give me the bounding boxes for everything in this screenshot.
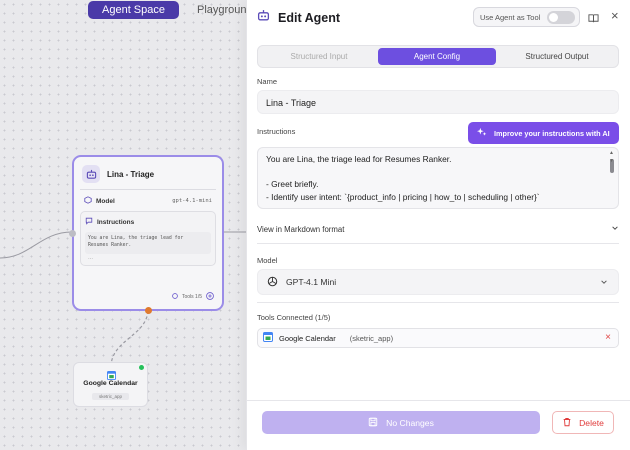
divider [257, 243, 619, 244]
improve-instructions-label: Improve your instructions with AI [494, 128, 610, 138]
panel-title: Edit Agent [278, 11, 341, 25]
tool-node-package: sketric_app [92, 393, 129, 400]
instructions-line: - Greet briefly. [266, 179, 319, 189]
agent-node[interactable]: Lina - Triage Model gpt-4.1-mini Instruc… [69, 155, 224, 314]
preview-line: Resumes Ranker. [88, 242, 132, 248]
tool-handle[interactable] [145, 307, 152, 314]
improve-instructions-button[interactable]: Improve your instructions with AI [468, 122, 619, 144]
tool-chip-google-calendar[interactable]: Google Calendar (sketric_app) × [257, 328, 619, 348]
scroll-up-icon[interactable]: ▲ [609, 151, 614, 156]
agent-node-model-row: Model gpt-4.1-mini [74, 190, 222, 211]
input-handle[interactable] [69, 230, 76, 237]
agent-node-title: Lina - Triage [107, 169, 155, 179]
cube-icon [84, 196, 92, 206]
add-tool-icon[interactable] [206, 292, 214, 302]
name-input[interactable]: Lina - Triage [257, 90, 619, 114]
name-label: Name [257, 77, 278, 86]
model-label: Model [257, 256, 278, 265]
instructions-line: - Identify user intent: `{product_info |… [266, 191, 540, 202]
tool-node-google-calendar[interactable]: Google Calendar sketric_app [73, 362, 148, 407]
close-icon[interactable]: × [611, 9, 619, 23]
use-agent-as-tool-toggle[interactable]: Use Agent as Tool [473, 7, 580, 27]
scroll-down-icon[interactable]: ▼ [609, 158, 614, 164]
chevron-down-icon [611, 224, 619, 234]
instructions-label: Instructions [257, 127, 296, 136]
tool-name: Google Calendar [279, 333, 336, 343]
edit-agent-panel: Edit Agent Use Agent as Tool × Structure… [246, 0, 630, 450]
agent-node-instructions-preview: You are Lina, the triage lead for Resume… [85, 232, 211, 254]
book-icon[interactable] [588, 11, 599, 29]
instructions-scrollbar[interactable]: ▲ ▼ [608, 151, 616, 173]
robot-icon [257, 9, 270, 27]
instructions-textarea[interactable]: You are Lina, the triage lead for Resume… [257, 147, 619, 209]
tool-package: (sketric_app) [349, 333, 394, 343]
agent-node-instructions: Instructions You are Lina, the triage le… [80, 211, 216, 266]
markdown-toggle[interactable]: View in Markdown format [257, 220, 619, 238]
message-icon [85, 217, 93, 227]
openai-icon [267, 276, 278, 289]
connected-status-dot [139, 365, 144, 370]
tool-icon [172, 293, 178, 301]
robot-icon [82, 165, 100, 183]
toggle-switch[interactable] [547, 11, 575, 24]
save-button[interactable]: No Changes [262, 411, 540, 434]
save-icon [368, 417, 378, 429]
config-tabs: Structured Input Agent Config Structured… [257, 45, 619, 68]
tab-agent-config[interactable]: Agent Config [378, 48, 496, 65]
tab-structured-output[interactable]: Structured Output [498, 48, 616, 65]
agent-node-footer: Tools 1/5 [172, 292, 214, 302]
remove-tool-icon[interactable]: × [605, 332, 611, 344]
model-value: GPT-4.1 Mini [286, 277, 337, 287]
panel-footer: No Changes Delete [247, 400, 630, 450]
model-select[interactable]: GPT-4.1 Mini [257, 269, 619, 295]
instructions-line: You are Lina, the triage lead for Resume… [266, 154, 452, 164]
tool-node-title: Google Calendar [83, 380, 138, 387]
divider [257, 302, 619, 303]
tab-structured-input[interactable]: Structured Input [260, 48, 378, 65]
google-calendar-icon [263, 332, 273, 344]
use-agent-as-tool-label: Use Agent as Tool [480, 12, 541, 22]
preview-line: You are Lina, the triage lead for [88, 236, 184, 241]
markdown-toggle-label: View in Markdown format [257, 224, 345, 234]
agent-node-model-label: Model [96, 197, 115, 205]
more-indicator: ... [88, 254, 94, 261]
chevron-down-icon [600, 278, 608, 288]
delete-button-label: Delete [579, 417, 604, 428]
agent-node-model-value: gpt-4.1-mini [172, 198, 212, 204]
trash-icon [562, 417, 572, 429]
agent-node-header: Lina - Triage [74, 157, 222, 189]
sparkle-icon [477, 127, 487, 139]
tools-count: Tools 1/5 [181, 294, 202, 300]
agent-node-instructions-label: Instructions [97, 218, 135, 226]
tools-connected-label: Tools Connected (1/5) [257, 313, 331, 322]
delete-button[interactable]: Delete [552, 411, 614, 434]
save-button-label: No Changes [386, 417, 434, 428]
instructions-line [266, 166, 606, 179]
